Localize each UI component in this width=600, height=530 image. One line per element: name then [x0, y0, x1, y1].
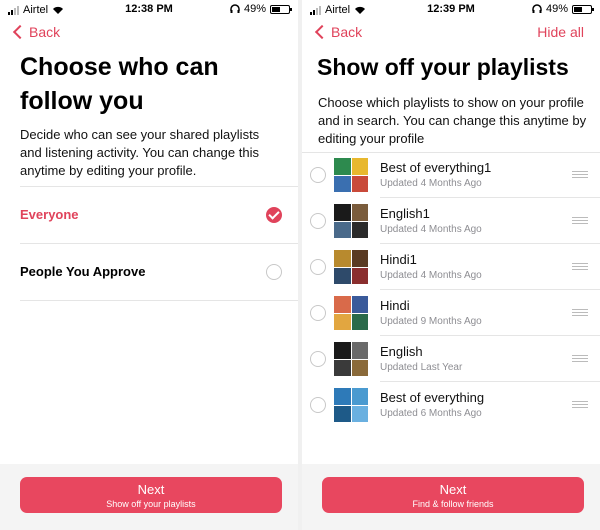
battery-percent: 49%	[545, 3, 568, 15]
playlist-updated: Updated 9 Months Ago	[380, 316, 482, 327]
playlist-row[interactable]: Hindi1 Updated 4 Months Ago	[302, 244, 600, 290]
drag-handle-icon[interactable]	[572, 171, 588, 178]
radio-unselected-icon[interactable]	[310, 213, 326, 229]
playlist-name: Hindi1	[380, 252, 417, 267]
back-button[interactable]: Back	[314, 24, 362, 40]
drag-handle-icon[interactable]	[572, 401, 588, 408]
radio-unselected-icon[interactable]	[310, 259, 326, 275]
status-bar: Airtel 12:39 PM 49%	[302, 0, 600, 20]
battery-percent: 49%	[243, 3, 266, 15]
playlist-artwork	[334, 250, 368, 284]
playlists-screen: Airtel 12:39 PM 49% Back Hide all Show o…	[302, 0, 600, 530]
footer-bar: Next Show off your playlists	[0, 464, 298, 530]
playlist-artwork	[334, 388, 368, 422]
playlist-row[interactable]: Best of everything1 Updated 4 Months Ago	[302, 152, 600, 198]
back-label: Back	[29, 24, 61, 40]
playlist-artwork	[334, 158, 368, 192]
playlist-name: Best of everything1	[380, 160, 492, 175]
back-button[interactable]: Back	[12, 24, 60, 40]
battery-icon	[572, 4, 594, 14]
page-description: Decide who can see your shared playlists…	[20, 127, 260, 178]
next-label: Next	[439, 482, 467, 497]
playlist-name: Best of everything	[380, 390, 485, 405]
playlist-name: English1	[380, 206, 430, 221]
divider	[20, 300, 298, 301]
drag-handle-icon[interactable]	[572, 263, 588, 270]
playlist-updated: Updated 4 Months Ago	[380, 178, 482, 189]
option-everyone[interactable]: Everyone	[20, 186, 298, 242]
option-label: Everyone	[20, 207, 79, 222]
nav-bar: Back	[0, 22, 298, 46]
playlist-artwork	[334, 342, 368, 376]
drag-handle-icon[interactable]	[572, 309, 588, 316]
playlist-updated: Updated 6 Months Ago	[380, 408, 482, 419]
drag-handle-icon[interactable]	[572, 217, 588, 224]
playlist-updated: Updated 4 Months Ago	[380, 270, 482, 281]
option-people-you-approve[interactable]: People You Approve	[20, 243, 298, 299]
status-bar: Airtel 12:38 PM 49%	[0, 0, 298, 20]
playlist-artwork	[334, 296, 368, 330]
headphones-icon	[532, 4, 542, 13]
radio-unselected-icon[interactable]	[310, 351, 326, 367]
radio-unselected-icon[interactable]	[310, 305, 326, 321]
next-button[interactable]: Next Find & follow friends	[322, 477, 584, 513]
footer-bar: Next Find & follow friends	[302, 464, 600, 530]
follow-settings-screen: Airtel 12:38 PM 49% Back Choose who can …	[0, 0, 298, 530]
playlist-row[interactable]: Best of everything Updated 6 Months Ago	[302, 382, 600, 428]
playlist-row[interactable]: Hindi Updated 9 Months Ago	[302, 290, 600, 336]
drag-handle-icon[interactable]	[572, 355, 588, 362]
playlist-row[interactable]: English1 Updated 4 Months Ago	[302, 198, 600, 244]
next-button[interactable]: Next Show off your playlists	[20, 477, 282, 513]
chevron-left-icon	[314, 24, 330, 40]
playlist-name: Hindi	[380, 298, 410, 313]
headphones-icon	[230, 4, 240, 13]
playlist-artwork	[334, 204, 368, 238]
page-description: Choose which playlists to show on your p…	[318, 95, 587, 146]
playlist-updated: Updated 4 Months Ago	[380, 224, 482, 235]
back-label: Back	[331, 24, 363, 40]
hide-all-button[interactable]: Hide all	[537, 24, 584, 40]
playlist-updated: Updated Last Year	[380, 362, 463, 373]
page-title: Choose who can follow you	[20, 53, 219, 115]
radio-unselected-icon	[266, 263, 282, 280]
playlist-row[interactable]: English Updated Last Year	[302, 336, 600, 382]
page-title: Show off your playlists	[317, 54, 569, 80]
battery-icon	[270, 4, 292, 14]
radio-unselected-icon[interactable]	[310, 397, 326, 413]
next-sublabel: Find & follow friends	[412, 499, 494, 509]
nav-bar: Back Hide all	[302, 22, 600, 46]
radio-unselected-icon[interactable]	[310, 167, 326, 183]
option-label: People You Approve	[20, 264, 146, 279]
playlist-name: English	[380, 344, 423, 359]
chevron-left-icon	[12, 24, 28, 40]
checkmark-icon	[266, 206, 282, 223]
next-label: Next	[137, 482, 165, 497]
next-sublabel: Show off your playlists	[106, 499, 196, 509]
